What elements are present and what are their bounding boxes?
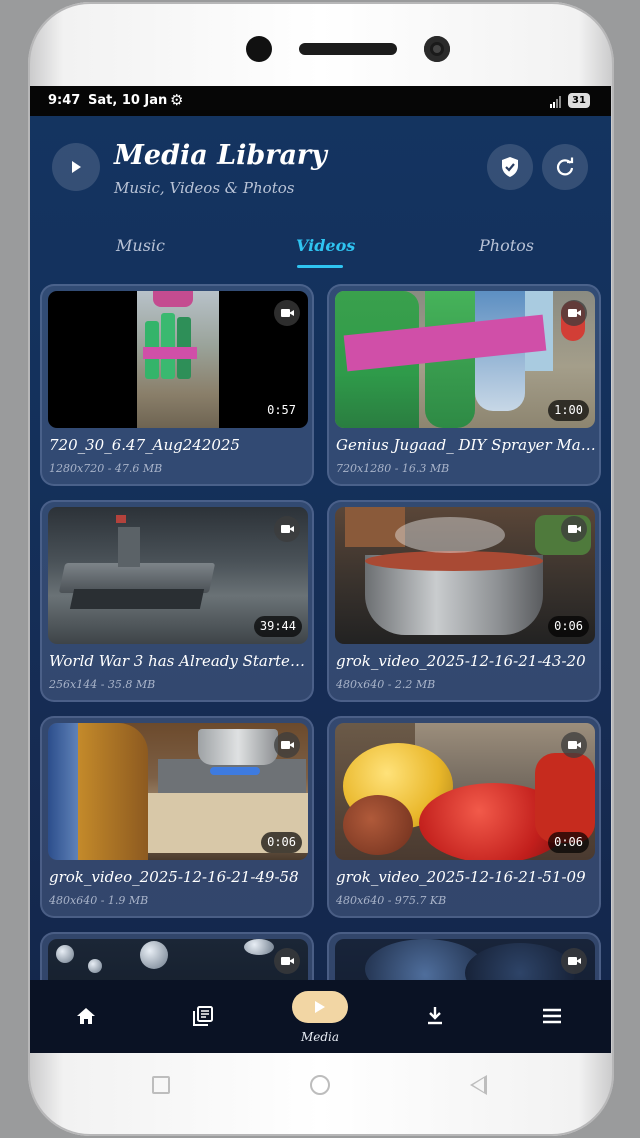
bottom-navigation: Media [30, 980, 611, 1053]
video-card[interactable]: 0:57 720_30_6.47_Aug242025 1280x720 - 47… [40, 284, 314, 486]
video-title: 720_30_6.47_Aug242025 [49, 436, 240, 454]
signal-icon [550, 96, 561, 108]
video-meta: 720x1280 - 16.3 MB [336, 462, 450, 475]
video-camera-icon [561, 732, 587, 758]
nav-download[interactable] [405, 980, 465, 1053]
tab-photos[interactable]: Photos [479, 236, 534, 255]
nav-library[interactable] [173, 980, 233, 1053]
video-camera-icon [561, 948, 587, 974]
video-title: Genius Jugaad_ DIY Sprayer Machine [336, 436, 598, 454]
privacy-button[interactable] [487, 144, 533, 190]
play-all-button[interactable] [52, 143, 100, 191]
video-thumbnail: 0:06 [48, 723, 308, 860]
video-title: World War 3 has Already Started b... [49, 652, 311, 670]
video-meta: 480x640 - 975.7 KB [336, 894, 447, 907]
status-bar: 9:47 Sat, 10 Jan ⚙ 31 [30, 86, 611, 116]
video-camera-icon [561, 300, 587, 326]
front-sensor [246, 36, 272, 62]
status-date: Sat, 10 Jan [88, 93, 168, 108]
video-card[interactable]: 0:06 grok_video_2025-12-16-21-43-20 480x… [327, 500, 601, 702]
video-thumbnail: 0:06 [335, 507, 595, 644]
video-card[interactable]: 0:06 grok_video_2025-12-16-21-51-09 480x… [327, 716, 601, 918]
video-camera-icon [274, 516, 300, 542]
nav-media[interactable]: Media [289, 980, 353, 1053]
front-camera [424, 36, 450, 62]
video-duration: 0:06 [261, 832, 302, 853]
video-duration: 0:57 [261, 400, 302, 421]
video-camera-icon [561, 516, 587, 542]
play-icon [292, 991, 348, 1023]
video-card[interactable]: 0:06 grok_video_2025-12-16-21-49-58 480x… [40, 716, 314, 918]
video-title: grok_video_2025-12-16-21-49-58 [49, 868, 299, 886]
page-title: Media Library [114, 140, 327, 171]
shield-check-icon [502, 157, 518, 177]
video-meta: 256x144 - 35.8 MB [49, 678, 156, 691]
nav-menu[interactable] [522, 980, 582, 1053]
video-duration: 39:44 [253, 616, 302, 637]
tab-music[interactable]: Music [116, 236, 165, 255]
tab-videos[interactable]: Videos [296, 236, 355, 255]
download-icon [428, 1007, 442, 1025]
video-card[interactable]: 1:00 Genius Jugaad_ DIY Sprayer Machine … [327, 284, 601, 486]
video-duration: 0:06 [548, 616, 589, 637]
video-meta: 480x640 - 2.2 MB [336, 678, 436, 691]
recent-apps-button[interactable] [152, 1076, 170, 1094]
video-title: grok_video_2025-12-16-21-43-20 [336, 652, 586, 670]
battery-icon: 31 [568, 93, 590, 108]
video-camera-icon [274, 300, 300, 326]
menu-icon [543, 1008, 561, 1024]
nav-media-label: Media [300, 1030, 340, 1044]
play-icon [72, 161, 81, 173]
video-card[interactable]: 39:44 World War 3 has Already Started b.… [40, 500, 314, 702]
home-button[interactable] [310, 1075, 330, 1095]
screen: 9:47 Sat, 10 Jan ⚙ 31 Media Library Musi… [30, 86, 611, 1053]
home-icon [77, 1008, 95, 1024]
video-title: grok_video_2025-12-16-21-51-09 [336, 868, 586, 886]
video-meta: 480x640 - 1.9 MB [49, 894, 149, 907]
page-subtitle: Music, Videos & Photos [114, 179, 295, 197]
video-duration: 0:06 [548, 832, 589, 853]
video-duration: 1:00 [548, 400, 589, 421]
video-meta: 1280x720 - 47.6 MB [49, 462, 163, 475]
settings-gear-icon: ⚙ [170, 91, 184, 109]
library-icon [193, 1006, 213, 1026]
refresh-icon [556, 157, 574, 176]
status-time: 9:47 [48, 93, 81, 108]
refresh-button[interactable] [542, 144, 588, 190]
earpiece [299, 43, 397, 55]
video-thumbnail: 39:44 [48, 507, 308, 644]
video-thumbnail: 0:06 [335, 723, 595, 860]
active-tab-indicator [297, 265, 343, 268]
nav-home[interactable] [56, 980, 116, 1053]
video-thumbnail: 0:57 [48, 291, 308, 428]
video-thumbnail: 1:00 [335, 291, 595, 428]
back-button[interactable] [470, 1075, 487, 1095]
video-camera-icon [274, 948, 300, 974]
video-camera-icon [274, 732, 300, 758]
